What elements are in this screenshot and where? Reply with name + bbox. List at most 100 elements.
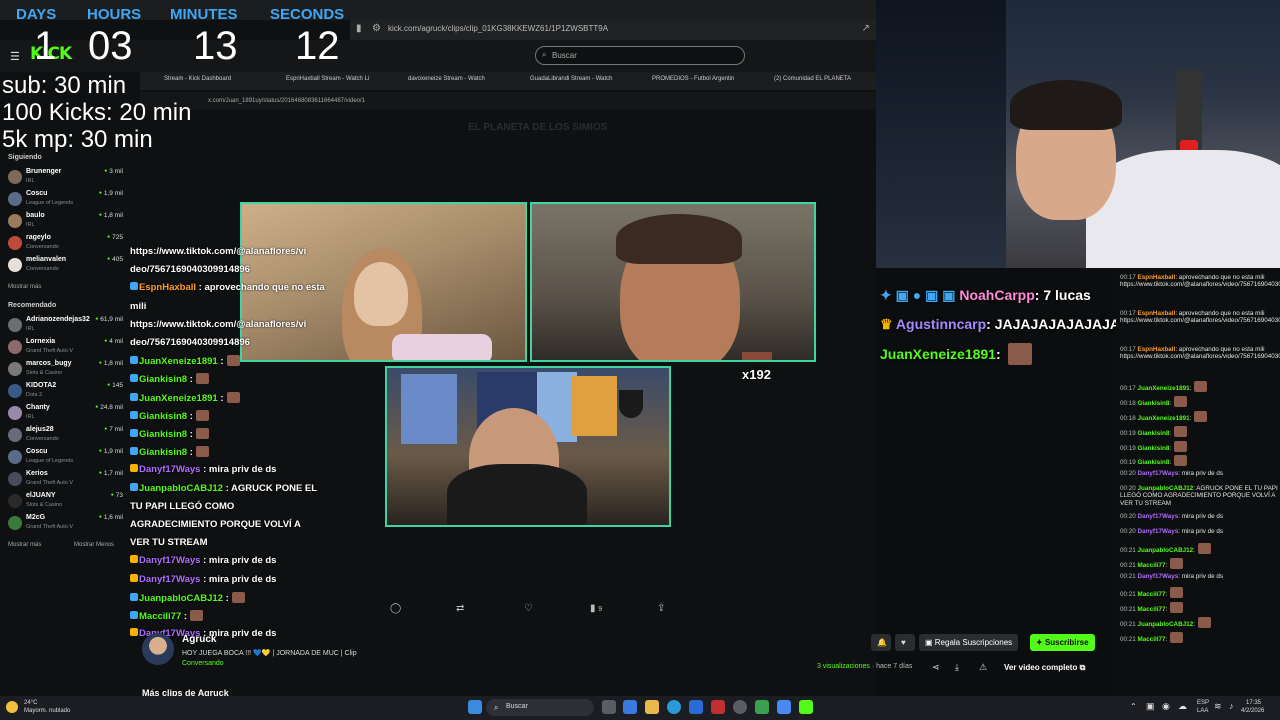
menu-icon[interactable]: ☰ <box>10 50 20 63</box>
sidebar-item-eljuany[interactable]: elJUANY Slots & Casino 73 <box>8 492 123 512</box>
chat-username[interactable]: JuanXeneize1891 <box>1138 415 1190 422</box>
like-icon[interactable]: ♡ <box>524 603 533 614</box>
network-tray-icon[interactable]: ◉ <box>1162 701 1170 712</box>
chat-username[interactable]: JuanXeneize1891 <box>1138 385 1190 392</box>
channel-avatar[interactable] <box>142 633 174 665</box>
sidebar-item-coscu[interactable]: Coscu League of Legends 1,9 mil <box>8 190 123 210</box>
wifi-icon[interactable]: ≋ <box>1214 701 1222 712</box>
onedrive-icon[interactable]: ☁ <box>1178 701 1187 712</box>
sidebar-item-baulo[interactable]: baulo IRL 1,8 mil <box>8 212 123 232</box>
chat-username[interactable]: EspnHaxball <box>1138 310 1176 317</box>
report-icon[interactable]: ⚠ <box>979 662 987 673</box>
chat-username[interactable]: EspnHaxball <box>139 282 196 293</box>
site-info-icon[interactable]: ⚙ <box>372 23 381 34</box>
chat-username[interactable]: Danyf17Ways <box>1138 513 1179 520</box>
sidebar-item-alejus28[interactable]: alejus28 Conversando 7 mil <box>8 426 123 446</box>
sidebar-item-kidota2[interactable]: KIDOTA2 Dota 2 145 <box>8 382 123 402</box>
chat-username[interactable]: Maccili77 <box>139 611 181 622</box>
tab-guadalibrandi[interactable]: GuadaLibrandi Stream - Watch <box>530 76 612 82</box>
chat-username[interactable]: Danyf17Ways <box>139 464 200 475</box>
sidebar-item-m2cg[interactable]: M2cG Grand Theft Auto V 1,6 mil <box>8 514 123 534</box>
chat-username[interactable]: Giankisin8 <box>1138 459 1170 466</box>
chat-username[interactable]: JuanXeneize1891 <box>139 356 218 367</box>
sidebar-item-brunenger[interactable]: Brunenger IRL 3 mil <box>8 168 123 188</box>
chat-username[interactable]: Giankisin8 <box>1138 445 1170 452</box>
windows-start-icon[interactable] <box>468 700 482 714</box>
chat-username[interactable]: JuanpabloCABJ12 <box>139 483 223 494</box>
task-view-icon[interactable] <box>602 700 616 714</box>
kick-app-icon[interactable] <box>799 700 813 714</box>
chat-username[interactable]: Danyf17Ways <box>1138 470 1179 477</box>
full-video-link[interactable]: Ver video completo ⧉ <box>1004 663 1085 673</box>
chat-username[interactable]: Giankisin8 <box>139 374 187 385</box>
store-icon[interactable] <box>689 700 703 714</box>
gift-subs-button[interactable]: ▣ Regala Suscripciones <box>919 634 1019 651</box>
chat-username[interactable]: Giankisin8 <box>139 411 187 422</box>
chat-username[interactable]: Danyf17Ways <box>1138 528 1179 535</box>
sidebar-item-coscu-rec[interactable]: Coscu League of Legends 1,9 mil <box>8 448 123 468</box>
taskbar-search[interactable]: ⌕ Buscar <box>486 699 594 716</box>
show-more-recommended-link[interactable]: Mostrar más <box>8 542 41 548</box>
app-tray-icon[interactable]: ▣ <box>1146 701 1155 712</box>
chat-username[interactable]: Maccili77 <box>1138 562 1166 569</box>
chat-username[interactable]: Giankisin8 <box>139 429 187 440</box>
sidebar-item-melianvalen[interactable]: melianvalen Conversando 405 <box>8 256 123 276</box>
chat-username[interactable]: Maccili77 <box>1138 636 1166 643</box>
chat-username[interactable]: NoahCarpp <box>959 287 1034 303</box>
file-explorer-icon[interactable] <box>645 700 659 714</box>
chat-username[interactable]: EspnHaxball <box>1138 274 1176 281</box>
keyboard-layout[interactable]: LAA <box>1197 708 1208 714</box>
sidebar-item-marcos-bugy[interactable]: marcos_bugy Slots & Casino 1,8 mil <box>8 360 123 380</box>
share-icon[interactable]: ↗ <box>862 23 870 34</box>
chat-username[interactable]: Danyf17Ways <box>1138 573 1179 580</box>
chat-username[interactable]: Giankisin8 <box>1138 400 1170 407</box>
tab-kick-dashboard[interactable]: Stream - Kick Dashboard <box>164 76 231 82</box>
volume-icon[interactable]: ♪ <box>1229 701 1234 711</box>
address-bar[interactable]: ▮ ⚙ kick.com/agruck/clips/clip_01KG38KKE… <box>350 20 876 40</box>
language-indicator[interactable]: ESP <box>1197 700 1209 706</box>
sidebar-item-adrianozendejas32[interactable]: Adrianozendejas32 IRL 61,9 mil <box>8 316 123 336</box>
chat-username[interactable]: Danyf17Ways <box>139 555 200 566</box>
share-tweet-icon[interactable]: ⇪ <box>657 603 665 614</box>
tab-promedios[interactable]: PROMEDIOS - Futbol Argentin <box>652 76 734 82</box>
inner-url-text[interactable]: x.com/Juan_1891uy/status/201646808361166… <box>208 98 365 104</box>
clip-category[interactable]: Conversando <box>182 660 224 667</box>
settings-icon[interactable] <box>733 700 747 714</box>
chat-username[interactable]: Maccili77 <box>1138 591 1166 598</box>
chat-username[interactable]: Danyf17Ways <box>139 574 200 585</box>
chat-username[interactable]: JuanpabloCABJ12 <box>1138 485 1194 492</box>
edge-icon[interactable] <box>667 700 681 714</box>
url-text[interactable]: kick.com/agruck/clips/clip_01KG38KKEWZ61… <box>388 24 608 33</box>
video-cam-bottom[interactable] <box>385 366 671 527</box>
sidebar-item-lornexia[interactable]: Lornexia Grand Theft Auto V 4 mil <box>8 338 123 358</box>
weather-icon[interactable] <box>6 701 18 713</box>
brave-icon[interactable] <box>711 700 725 714</box>
tab-espnhaxball[interactable]: EspnHaxball Stream - Watch Li <box>286 76 369 82</box>
chat-username[interactable]: Giankisin8 <box>139 447 187 458</box>
search-input[interactable]: ⌕ Buscar <box>535 46 745 65</box>
repost-icon[interactable]: ⇄ <box>456 603 464 614</box>
spreadsheet-icon[interactable] <box>755 700 769 714</box>
chat-username[interactable]: EspnHaxball <box>1138 346 1176 353</box>
show-more-link[interactable]: Mostrar más <box>8 284 41 290</box>
views-icon[interactable]: ▮ 9 <box>590 603 602 614</box>
inner-address-bar[interactable]: x.com/Juan_1891uy/status/201646808361166… <box>140 92 876 110</box>
chat-username[interactable]: Maccili77 <box>1138 606 1166 613</box>
sidebar-item-chanty[interactable]: Chanty IRL 24,8 mil <box>8 404 123 424</box>
chevron-up-icon[interactable]: ⌃ <box>1130 702 1137 711</box>
chat-username[interactable]: JuanpabloCABJ12 <box>1138 547 1194 554</box>
widgets-icon[interactable] <box>623 700 637 714</box>
chat-username[interactable]: JuanXeneize1891 <box>880 346 996 362</box>
follow-heart-button[interactable]: ♥ <box>895 634 915 651</box>
chat-username[interactable]: JuanXeneize1891 <box>139 393 218 404</box>
show-less-link[interactable]: Mostrar Menos <box>74 542 114 548</box>
tab-davoxeneize[interactable]: davoxeneize Stream - Watch <box>408 76 485 82</box>
download-icon[interactable]: ⤓ <box>955 662 959 673</box>
chat-username[interactable]: JuanpabloCABJ12 <box>1138 621 1194 628</box>
sidebar-item-kerios[interactable]: Kerios Grand Theft Auto V 1,7 mil <box>8 470 123 490</box>
reply-icon[interactable]: ◯ <box>390 603 401 614</box>
notification-bell-button[interactable]: 🔔 <box>871 634 891 651</box>
sidebar-item-rageylo[interactable]: rageylo Conversando 725 <box>8 234 123 254</box>
chat-username[interactable]: Agustinncarp <box>896 316 986 332</box>
chat-username[interactable]: JuanpabloCABJ12 <box>139 593 223 604</box>
